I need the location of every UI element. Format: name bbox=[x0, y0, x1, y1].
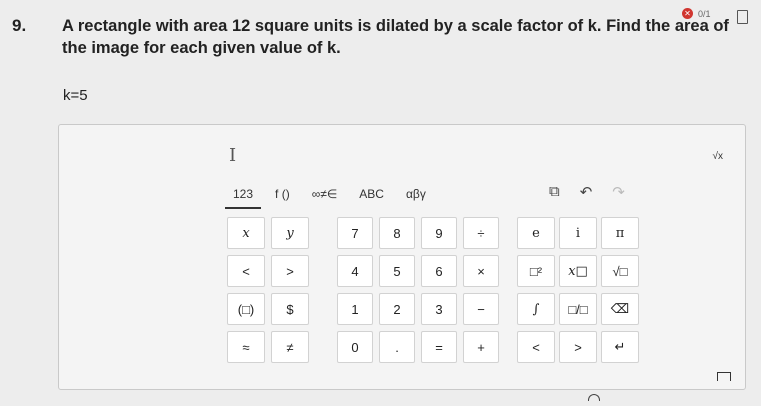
key-plus[interactable]: + bbox=[463, 331, 499, 363]
key-decimal[interactable]: . bbox=[379, 331, 415, 363]
key-divide[interactable]: ÷ bbox=[463, 217, 499, 249]
question-text: A rectangle with area 12 square units is… bbox=[62, 17, 729, 57]
key-5[interactable]: 5 bbox=[379, 255, 415, 287]
status-badge: ✕ 0/1 bbox=[682, 8, 711, 19]
answer-area[interactable]: I √x 123 f () ∞≠∈ ABC αβγ ⧉ ↶ ↷ x y 7 8 … bbox=[58, 124, 746, 390]
key-multiply[interactable]: × bbox=[463, 255, 499, 287]
key-9[interactable]: 9 bbox=[421, 217, 457, 249]
key-less-than[interactable]: < bbox=[227, 255, 265, 287]
keypad-tabs: 123 f () ∞≠∈ ABC αβγ bbox=[225, 185, 440, 209]
key-7[interactable]: 7 bbox=[337, 217, 373, 249]
key-y[interactable]: y bbox=[271, 217, 309, 249]
key-cursor-left[interactable]: < bbox=[517, 331, 555, 363]
key-4[interactable]: 4 bbox=[337, 255, 373, 287]
key-x[interactable]: x bbox=[227, 217, 265, 249]
key-2[interactable]: 2 bbox=[379, 293, 415, 325]
key-equals[interactable]: = bbox=[421, 331, 457, 363]
mini-keyboard-icon[interactable] bbox=[717, 372, 731, 381]
key-minus[interactable]: − bbox=[463, 293, 499, 325]
key-not-equal[interactable]: ≠ bbox=[271, 331, 309, 363]
tab-letters[interactable]: ABC bbox=[351, 185, 392, 209]
key-3[interactable]: 3 bbox=[421, 293, 457, 325]
key-pi[interactable]: π bbox=[601, 217, 639, 249]
redo-icon[interactable]: ↷ bbox=[612, 183, 625, 201]
key-1[interactable]: 1 bbox=[337, 293, 373, 325]
key-integral[interactable]: ∫ bbox=[517, 293, 555, 325]
key-sqrt[interactable]: √□ bbox=[601, 255, 639, 287]
arc-icon bbox=[588, 394, 600, 401]
key-approx[interactable]: ≈ bbox=[227, 331, 265, 363]
key-greater-than[interactable]: > bbox=[271, 255, 309, 287]
key-square[interactable]: □² bbox=[517, 255, 555, 287]
key-enter[interactable]: ↵ bbox=[601, 331, 639, 363]
key-i[interactable]: i bbox=[559, 217, 597, 249]
tab-functions[interactable]: f () bbox=[267, 185, 298, 209]
key-dollar[interactable]: $ bbox=[271, 293, 309, 325]
sqrt-help-icon[interactable]: √x bbox=[713, 151, 724, 162]
key-parentheses[interactable]: (□) bbox=[227, 293, 265, 325]
copy-icon[interactable]: ⧉ bbox=[549, 183, 560, 201]
editor-tools: ⧉ ↶ ↷ bbox=[549, 183, 625, 201]
key-6[interactable]: 6 bbox=[421, 255, 457, 287]
key-cursor-right[interactable]: > bbox=[559, 331, 597, 363]
key-8[interactable]: 8 bbox=[379, 217, 415, 249]
x-icon: ✕ bbox=[682, 8, 693, 19]
key-power[interactable]: x□ bbox=[559, 255, 597, 287]
key-backspace[interactable]: ⌫ bbox=[601, 293, 639, 325]
given-value: k=5 bbox=[63, 87, 88, 104]
bookmark-icon[interactable] bbox=[737, 10, 748, 24]
question-number: 9. bbox=[12, 16, 27, 35]
key-fraction[interactable]: □/□ bbox=[559, 293, 597, 325]
text-cursor-icon: I bbox=[229, 145, 237, 166]
undo-icon[interactable]: ↶ bbox=[580, 183, 593, 201]
tab-123[interactable]: 123 bbox=[225, 185, 262, 209]
tab-symbols[interactable]: ∞≠∈ bbox=[304, 185, 346, 209]
key-0[interactable]: 0 bbox=[337, 331, 373, 363]
score-label: 0/1 bbox=[698, 8, 711, 19]
key-e[interactable]: e bbox=[517, 217, 555, 249]
tab-greek[interactable]: αβγ bbox=[398, 185, 434, 209]
